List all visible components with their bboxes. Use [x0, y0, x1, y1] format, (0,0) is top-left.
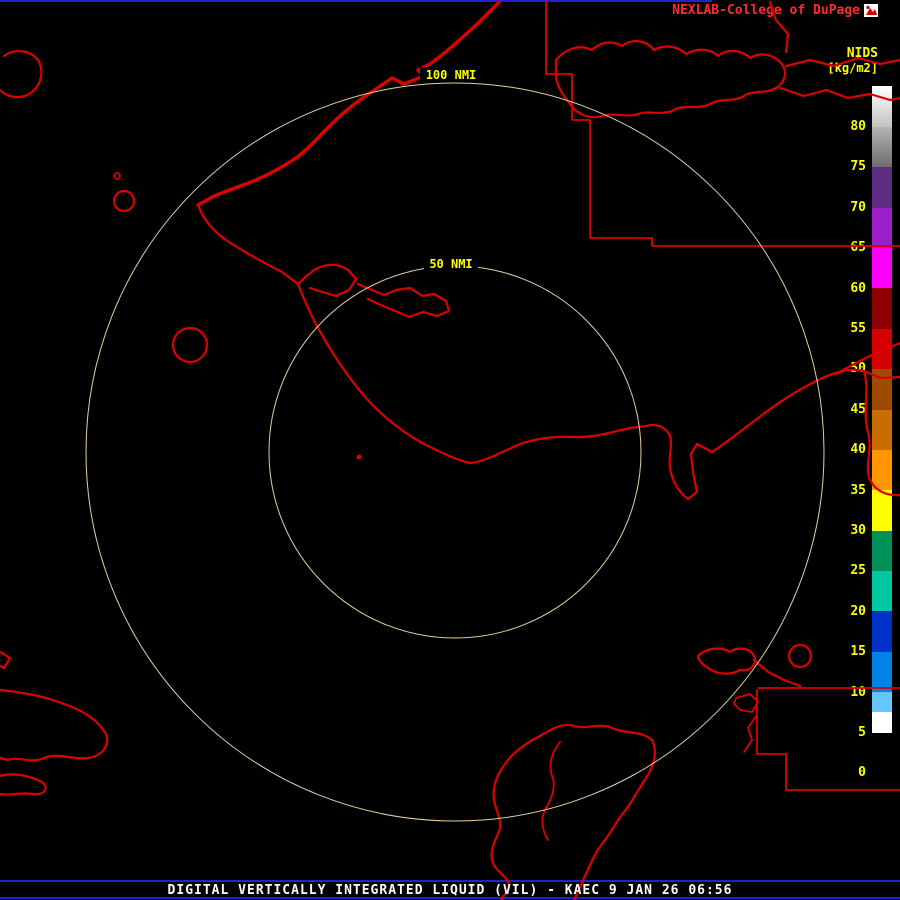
- coastline-path: [296, 282, 632, 465]
- product-caption: DIGITAL VERTICALLY INTEGRATED LIQUID (VI…: [167, 883, 733, 898]
- coastline-path: [733, 693, 759, 713]
- island-outline: [787, 643, 813, 669]
- island-outline: [171, 326, 209, 364]
- coastline-path: [0, 650, 12, 670]
- coastline-path: [196, 0, 501, 207]
- ring-label-100nmi: 100 NMI: [426, 68, 477, 82]
- coastline-path: [490, 723, 654, 900]
- boundary-path: [756, 689, 900, 791]
- range-ring-50nmi: [268, 265, 642, 639]
- coastline-path: [572, 738, 656, 900]
- coastline-path: [356, 282, 451, 319]
- coastline-path: [628, 368, 900, 501]
- coastline-path: [541, 741, 561, 841]
- coastline-path: [196, 203, 358, 298]
- coastline-path: [0, 688, 109, 762]
- coastline-path: [768, 0, 790, 54]
- coastline-path: [834, 341, 900, 376]
- boundary-path: [545, 0, 900, 247]
- ring-label-50nmi: 50 NMI: [429, 257, 472, 271]
- coastline-path: [862, 369, 900, 497]
- ring-labels: 100 NMI 50 NMI: [420, 67, 482, 271]
- coastline-path: [0, 50, 43, 99]
- radar-map: 100 NMI 50 NMI: [0, 0, 900, 900]
- coastline-path: [0, 773, 47, 796]
- coastline-path: [554, 40, 786, 119]
- coastline-path: [784, 56, 900, 68]
- island-dot: [356, 454, 362, 460]
- coastline-path: [696, 647, 757, 675]
- coastline-path: [778, 86, 900, 102]
- island-outline: [113, 172, 121, 180]
- map-outlines: [0, 0, 900, 900]
- island-outline: [112, 189, 136, 213]
- coastline-path: [743, 715, 757, 753]
- radar-display: NEXLAB-College of DuPage NIDS [kg/m2] 80…: [0, 0, 900, 900]
